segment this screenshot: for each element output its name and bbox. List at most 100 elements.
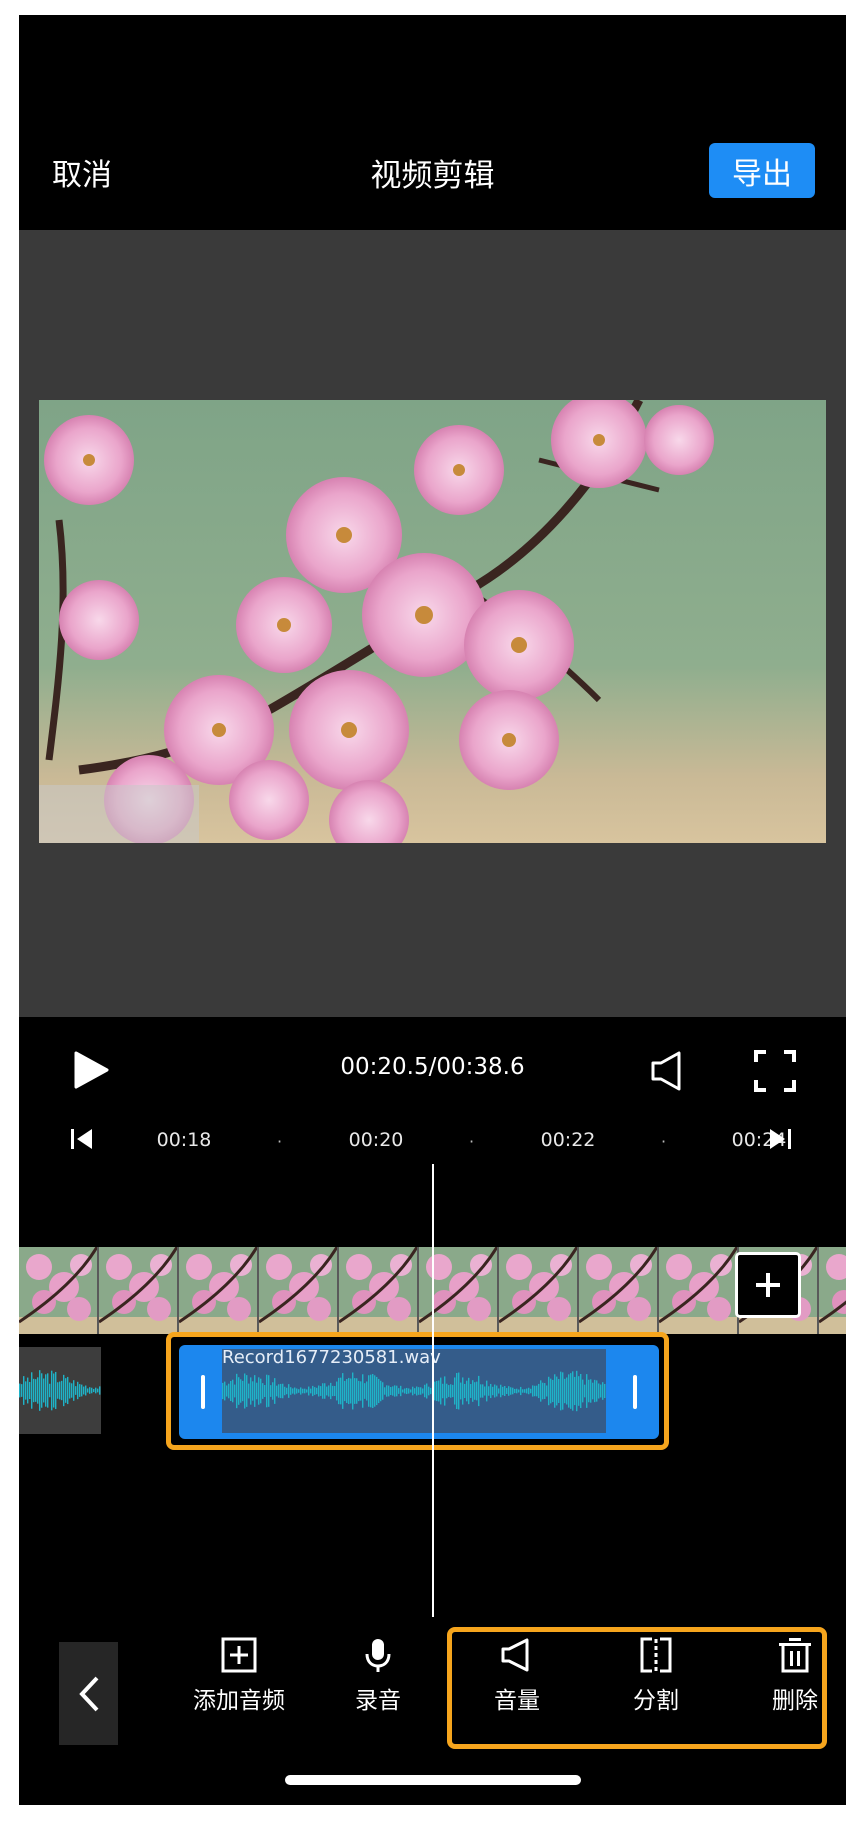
waveform-bar xyxy=(264,1385,266,1397)
waveform-bar xyxy=(584,1384,586,1398)
waveform-bar xyxy=(500,1384,502,1398)
waveform-bar xyxy=(564,1378,566,1404)
add-clip-button[interactable] xyxy=(735,1252,801,1318)
waveform-bar xyxy=(540,1380,542,1402)
playhead-line[interactable] xyxy=(432,1164,434,1619)
waveform-bar xyxy=(384,1387,386,1395)
add-box-icon xyxy=(221,1637,257,1673)
waveform-bar xyxy=(574,1376,576,1406)
waveform-bar xyxy=(33,1378,35,1403)
record-button[interactable]: 录音 xyxy=(323,1637,433,1715)
waveform-bar xyxy=(442,1383,444,1399)
volume-button[interactable]: 音量 xyxy=(462,1637,572,1715)
waveform-bar xyxy=(45,1374,47,1407)
waveform-bar xyxy=(288,1384,290,1398)
waveform-bar xyxy=(408,1388,410,1394)
waveform-bar xyxy=(370,1374,372,1408)
waveform-bar xyxy=(97,1388,99,1393)
ruler-tick-label: 00:18 xyxy=(156,1129,212,1151)
waveform-bar xyxy=(352,1372,354,1410)
waveform-bar xyxy=(502,1386,504,1396)
waveform-bar xyxy=(83,1386,85,1395)
waveform-bar xyxy=(25,1381,27,1400)
waveform-bar xyxy=(492,1386,494,1396)
waveform-bar xyxy=(324,1383,326,1399)
waveform-bar xyxy=(246,1375,248,1407)
waveform-bar xyxy=(278,1384,280,1398)
waveform-bar xyxy=(600,1384,602,1398)
waveform-bar xyxy=(356,1378,358,1404)
waveform-bar xyxy=(306,1389,308,1393)
waveform-bar xyxy=(226,1385,228,1397)
waveform-bar xyxy=(346,1379,348,1403)
clip-end-handle[interactable] xyxy=(633,1375,637,1409)
waveform-bar xyxy=(460,1382,462,1400)
ruler-tick-label: 00:22 xyxy=(540,1129,596,1151)
waveform-bar xyxy=(424,1384,426,1398)
split-button[interactable]: 分割 xyxy=(601,1637,711,1715)
waveform-bar xyxy=(458,1372,460,1410)
home-indicator xyxy=(285,1775,581,1785)
waveform-bar xyxy=(414,1388,416,1394)
waveform-bar xyxy=(476,1381,478,1401)
skip-to-start-icon[interactable] xyxy=(71,1127,93,1155)
waveform-bar xyxy=(420,1387,422,1395)
ruler-dot: · xyxy=(277,1132,283,1151)
waveform-bar xyxy=(518,1389,520,1393)
waveform-bar xyxy=(404,1388,406,1394)
waveform-bar xyxy=(582,1379,584,1403)
waveform-bar xyxy=(446,1383,448,1399)
waveform-bar xyxy=(418,1387,420,1395)
export-button[interactable]: 导出 xyxy=(709,143,815,198)
waveform-bar xyxy=(89,1387,91,1394)
volume-label: 音量 xyxy=(494,1688,540,1714)
waveform-bar xyxy=(35,1379,37,1402)
previous-audio-clip[interactable] xyxy=(19,1347,101,1434)
waveform-bar xyxy=(450,1384,452,1398)
waveform-bar xyxy=(592,1382,594,1400)
skip-to-end-icon[interactable] xyxy=(769,1127,791,1155)
video-frame-image[interactable] xyxy=(39,400,826,843)
waveform-bar xyxy=(61,1380,63,1401)
waveform-bar xyxy=(316,1387,318,1395)
waveform-bar xyxy=(314,1387,316,1395)
waveform-bar xyxy=(292,1388,294,1394)
waveform-bar xyxy=(546,1385,548,1397)
waveform-bar xyxy=(548,1376,550,1406)
waveform-bar xyxy=(560,1371,562,1411)
waveform-bar xyxy=(51,1370,53,1411)
waveform-bar xyxy=(590,1379,592,1403)
waveform-bar xyxy=(604,1383,606,1399)
waveform-bar xyxy=(75,1386,77,1395)
waveform-bar xyxy=(520,1386,522,1396)
waveform-bar xyxy=(63,1374,65,1407)
add-audio-button[interactable]: 添加音频 xyxy=(184,1637,294,1715)
waveform-bar xyxy=(41,1373,43,1408)
waveform-bar xyxy=(93,1388,95,1393)
waveform-bar xyxy=(438,1380,440,1402)
waveform-bar xyxy=(330,1382,332,1400)
waveform-bar xyxy=(568,1374,570,1408)
waveform-bar xyxy=(410,1389,412,1393)
delete-button[interactable]: 删除 xyxy=(740,1637,846,1715)
volume-icon[interactable] xyxy=(649,1049,689,1097)
split-icon xyxy=(640,1637,672,1673)
video-preview-area xyxy=(19,230,846,1017)
waveform-bar xyxy=(57,1382,59,1399)
fullscreen-icon[interactable] xyxy=(754,1050,796,1096)
waveform-bar xyxy=(69,1382,71,1399)
waveform-bar xyxy=(402,1389,404,1393)
waveform-bar xyxy=(294,1387,296,1395)
waveform-bar xyxy=(236,1373,238,1409)
waveform-bar xyxy=(310,1388,312,1394)
audio-clip[interactable]: Record1677230581.wav xyxy=(179,1345,659,1439)
waveform-bar xyxy=(448,1385,450,1397)
waveform-bar xyxy=(388,1385,390,1397)
waveform-bar xyxy=(412,1386,414,1396)
back-button[interactable] xyxy=(59,1642,118,1745)
clip-start-handle[interactable] xyxy=(201,1375,205,1409)
waveform-bar xyxy=(91,1387,93,1394)
waveform-bar xyxy=(19,1383,21,1398)
waveform-bar xyxy=(21,1384,23,1397)
waveform-bar xyxy=(528,1387,530,1395)
